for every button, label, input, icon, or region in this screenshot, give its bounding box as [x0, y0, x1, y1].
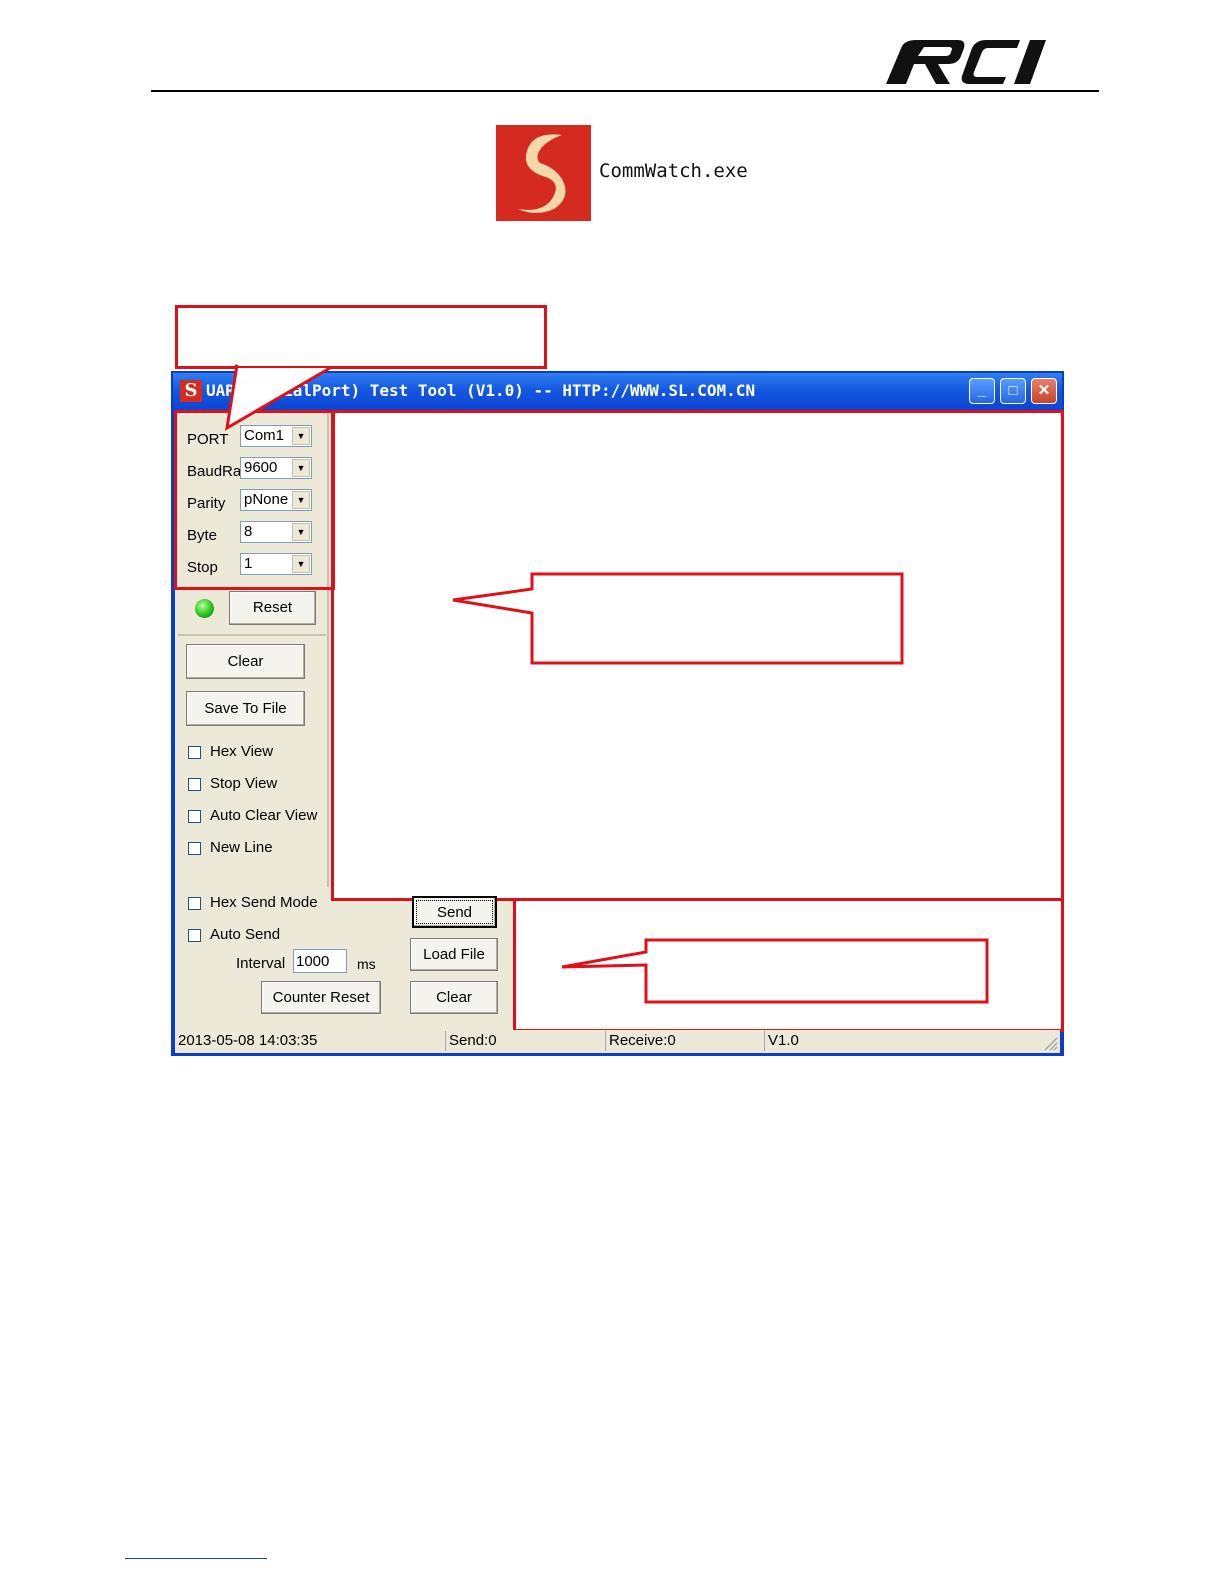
commwatch-filename: CommWatch.exe [599, 160, 748, 182]
hex-view-checkbox[interactable] [188, 746, 201, 759]
clear-send-button[interactable]: Clear [410, 981, 498, 1014]
resize-grip-icon[interactable] [1042, 1035, 1058, 1051]
new-line-label[interactable]: New Line [210, 839, 273, 856]
panel-divider [178, 634, 326, 636]
header-rule [151, 90, 1099, 92]
stop-view-checkbox[interactable] [188, 778, 201, 791]
settings-highlight [174, 410, 335, 590]
save-to-file-button[interactable]: Save To File [186, 691, 305, 726]
auto-clear-view-checkbox[interactable] [188, 810, 201, 823]
hex-send-mode-label[interactable]: Hex Send Mode [210, 894, 318, 911]
status-send-count: Send:0 [445, 1031, 605, 1051]
auto-send-label[interactable]: Auto Send [210, 926, 280, 943]
status-datetime: 2013-05-08 14:03:35 [178, 1032, 318, 1049]
maximize-button[interactable]: □ [1000, 378, 1026, 404]
rti-logo [886, 40, 1046, 84]
callout-pointer-top [225, 364, 331, 431]
callout-box-top [175, 305, 547, 369]
new-line-checkbox[interactable] [188, 842, 201, 855]
callout-receive [452, 572, 904, 665]
clear-receive-button[interactable]: Clear [186, 644, 305, 679]
interval-input[interactable] [293, 949, 347, 973]
close-button[interactable]: ✕ [1031, 378, 1057, 404]
hex-send-mode-checkbox[interactable] [188, 897, 201, 910]
stop-view-label[interactable]: Stop View [210, 775, 277, 792]
auto-send-checkbox[interactable] [188, 929, 201, 942]
auto-clear-view-label[interactable]: Auto Clear View [210, 807, 317, 824]
interval-label: Interval [236, 955, 286, 972]
app-title-icon[interactable]: S [180, 380, 202, 402]
counter-reset-button[interactable]: Counter Reset [261, 981, 381, 1014]
s-swirl-icon [518, 134, 566, 213]
send-button[interactable]: Send [412, 896, 497, 928]
hex-view-label[interactable]: Hex View [210, 743, 273, 760]
minimize-button[interactable]: _ [969, 378, 995, 404]
interval-unit: ms [357, 956, 376, 972]
footer-rule [125, 1558, 267, 1559]
callout-send [561, 938, 989, 1004]
reset-button[interactable]: Reset [229, 591, 316, 625]
load-file-button[interactable]: Load File [410, 938, 498, 971]
status-receive-count: Receive:0 [605, 1031, 764, 1051]
status-version: V1.0 [764, 1031, 1038, 1051]
commwatch-app-icon[interactable] [496, 125, 591, 221]
status-led-icon [195, 599, 214, 618]
